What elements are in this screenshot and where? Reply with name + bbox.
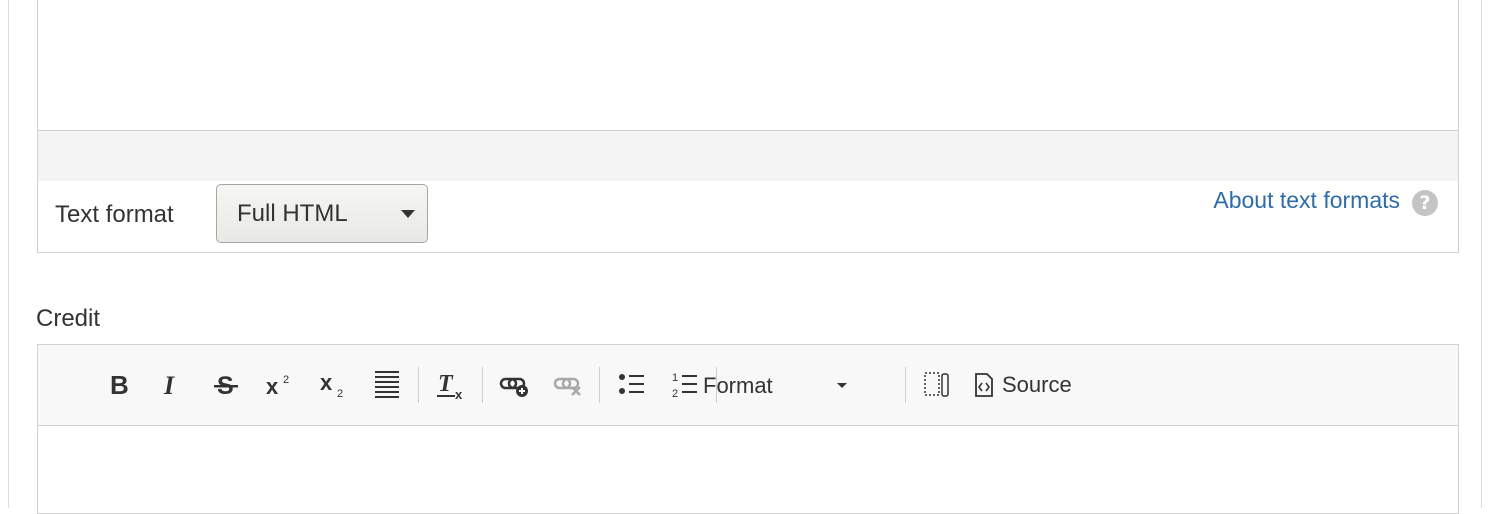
editor-toolbar: B I S x 2 x 2 T x 1 2 Format Source xyxy=(38,345,1458,426)
chevron-down-icon xyxy=(401,210,415,218)
remove-format-icon: T x xyxy=(437,371,463,401)
svg-text:2: 2 xyxy=(283,374,289,386)
strikethrough-icon: S xyxy=(214,372,238,399)
svg-text:T: T xyxy=(438,371,454,397)
toolbar-separator xyxy=(905,367,906,403)
superscript-icon: x 2 xyxy=(266,374,289,399)
superscript-button[interactable]: x 2 xyxy=(260,367,300,403)
format-dropdown[interactable]: Format xyxy=(693,367,853,403)
text-format-selected-value: Full HTML xyxy=(237,200,348,227)
italic-icon: I xyxy=(163,371,175,399)
remove-format-button[interactable]: T x xyxy=(430,367,472,403)
format-dropdown-label: Format xyxy=(703,373,773,398)
svg-text:x: x xyxy=(455,387,463,401)
strikethrough-button[interactable]: S xyxy=(206,367,246,403)
svg-text:I: I xyxy=(163,371,175,399)
bold-button[interactable]: B xyxy=(100,367,138,403)
justify-button[interactable] xyxy=(368,367,406,403)
source-button[interactable]: Source xyxy=(972,367,1090,403)
justify-icon xyxy=(375,371,399,398)
about-text-formats-link[interactable]: About text formats xyxy=(1213,187,1400,214)
italic-button[interactable]: I xyxy=(152,367,188,403)
bulleted-list-icon xyxy=(619,374,644,394)
source-button-label: Source xyxy=(1002,372,1072,397)
unlink-button[interactable] xyxy=(548,367,590,403)
bulleted-list-button[interactable] xyxy=(611,367,653,403)
text-format-wrapper: Text format Full HTML About text formats… xyxy=(37,181,1459,253)
svg-text:1: 1 xyxy=(672,372,678,384)
link-button[interactable] xyxy=(494,367,536,403)
help-icon[interactable]: ? xyxy=(1412,190,1438,216)
text-format-select[interactable]: Full HTML xyxy=(216,184,428,243)
unlink-icon xyxy=(553,377,581,396)
svg-text:x: x xyxy=(320,370,333,395)
link-icon xyxy=(499,377,528,397)
credit-editor: B I S x 2 x 2 T x 1 2 Format Source xyxy=(37,344,1459,514)
show-blocks-icon xyxy=(924,372,949,397)
show-blocks-button[interactable] xyxy=(916,367,958,403)
subscript-icon: x 2 xyxy=(320,370,343,400)
credit-label: Credit xyxy=(36,305,101,332)
subscript-button[interactable]: x 2 xyxy=(314,367,354,403)
body-editor-statusbar xyxy=(37,130,1459,182)
chevron-down-icon xyxy=(837,383,847,388)
svg-text:B: B xyxy=(110,371,129,399)
svg-text:2: 2 xyxy=(672,388,678,400)
bold-icon: B xyxy=(110,371,129,399)
text-format-label: Text format xyxy=(55,201,174,228)
toolbar-separator xyxy=(418,367,419,403)
svg-text:x: x xyxy=(266,374,279,399)
source-icon xyxy=(975,373,993,397)
svg-text:2: 2 xyxy=(337,388,343,400)
toolbar-separator xyxy=(599,367,600,403)
toolbar-separator xyxy=(482,367,483,403)
body-editor-content[interactable] xyxy=(37,0,1459,131)
